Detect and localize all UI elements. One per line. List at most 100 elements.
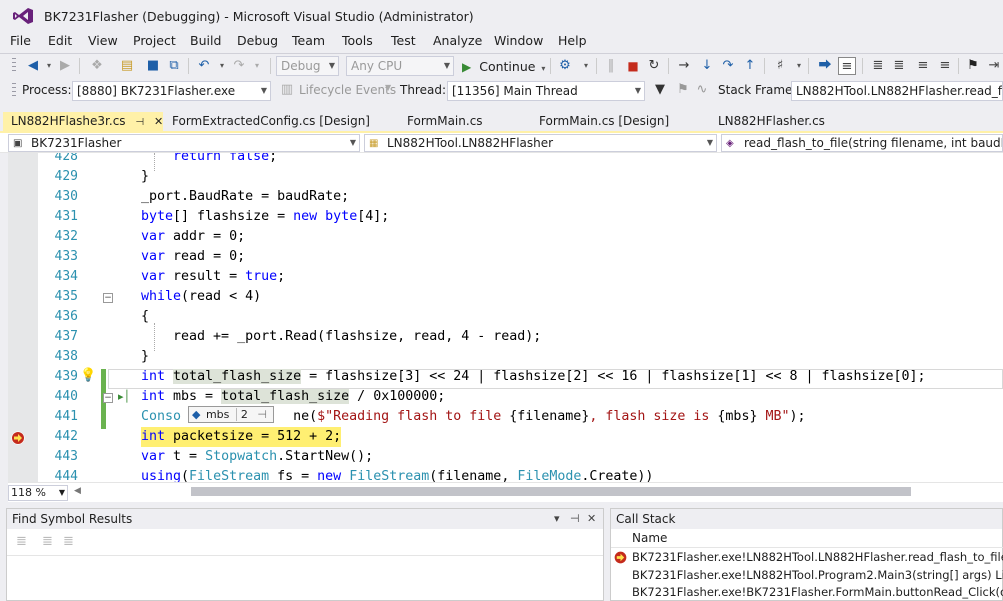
attach-dropdown-icon[interactable]: ▾ <box>577 57 595 75</box>
menu-help[interactable]: Help <box>558 33 587 48</box>
menu-team[interactable]: Team <box>292 33 325 48</box>
list-icon[interactable]: ≣ <box>16 534 27 549</box>
close-icon[interactable]: ✕ <box>587 509 596 529</box>
menu-window[interactable]: Window <box>494 33 543 48</box>
call-stack-row[interactable]: BK7231Flasher.exe!LN882HTool.Program2.Ma… <box>611 567 1003 584</box>
menu-test[interactable]: Test <box>391 33 416 48</box>
pin-icon[interactable]: ⊣ <box>135 117 144 128</box>
code-text: return false; <box>173 153 278 164</box>
lifecycle-events-icon[interactable]: ▥ <box>278 81 296 99</box>
type-dropdown[interactable]: ▦ LN882HTool.LN882HFlasher ▼ <box>364 134 717 152</box>
zoom-select[interactable]: 118 % ▼ <box>8 485 68 501</box>
find-in-files-icon[interactable]: ⮕ <box>816 57 834 75</box>
navigation-bar: ▣ BK7231Flasher ▼ ▦ LN882HTool.LN882HFla… <box>0 133 1003 153</box>
filter-icon[interactable]: ▼ <box>651 81 669 99</box>
continue-button[interactable]: ▶ Continue ▾ <box>462 57 548 76</box>
break-all-icon[interactable]: ‖ <box>602 57 620 75</box>
forward-icon[interactable]: ▶ <box>56 57 74 75</box>
process-select[interactable]: [8880] BK7231Flasher.exe ▼ <box>72 81 271 101</box>
call-stack-row[interactable]: BK7231Flasher.exe!LN882HTool.LN882HFlash… <box>611 549 1003 566</box>
column-header-name[interactable]: Name <box>611 529 1003 548</box>
outdent-icon[interactable]: ≣ <box>869 57 887 75</box>
call-stack-row[interactable]: BK7231Flasher.exe!BK7231Flasher.FormMain… <box>611 584 1003 601</box>
comment-icon[interactable]: ≡ <box>914 57 932 75</box>
close-icon[interactable]: ✕ <box>154 115 163 128</box>
step-over-icon[interactable]: ↷ <box>719 57 737 75</box>
run-to-click-icon[interactable]: ▸│ <box>118 387 130 407</box>
menu-view[interactable]: View <box>88 33 118 48</box>
scroll-left-icon[interactable]: ◀ <box>74 486 81 496</box>
code-line: 429} <box>8 167 1003 187</box>
menu-build[interactable]: Build <box>190 33 221 48</box>
pin-icon[interactable]: ⊣ <box>570 509 580 529</box>
window-position-icon[interactable]: ▾ <box>554 509 560 529</box>
lifecycle-events-button[interactable]: Lifecycle Events <box>299 83 396 97</box>
bookmark-icon[interactable]: ⚑ <box>964 57 982 75</box>
toolbar-grip[interactable] <box>12 83 16 99</box>
indent-icon[interactable]: ≣ <box>890 57 908 75</box>
breakpoint-arrow-icon[interactable] <box>11 431 25 445</box>
menu-edit[interactable]: Edit <box>48 33 72 48</box>
flag-threads-icon[interactable]: ⚑ <box>674 81 692 99</box>
chevron-down-icon: ▼ <box>706 138 713 147</box>
tab-formmain-design[interactable]: FormMain.cs [Design] <box>531 112 669 131</box>
find-symbol-title: Find Symbol Results <box>7 509 603 529</box>
document-tabs: LN882HFlashe3r.cs ⊣ ✕ FormExtractedConfi… <box>0 112 1003 132</box>
menu-debug[interactable]: Debug <box>237 33 278 48</box>
attach-process-icon[interactable]: ⚙ <box>556 57 574 75</box>
uncomment-icon[interactable]: ≡ <box>936 57 954 75</box>
chevron-down-icon: ▼ <box>443 61 450 70</box>
new-project-icon[interactable]: ❖ <box>88 57 106 75</box>
code-line: 442 int packetsize = 512 + 2; <box>8 427 1003 447</box>
chevron-down-icon: ▼ <box>260 86 267 95</box>
menu-file[interactable]: File <box>10 33 31 48</box>
code-line: 432 var addr = 0; <box>8 227 1003 247</box>
previous-icon[interactable]: ≣ <box>42 534 53 549</box>
restart-icon[interactable]: ↻ <box>645 57 663 75</box>
code-text: using(FileStream fs = new FileStream(fil… <box>141 469 654 482</box>
show-next-statement-icon[interactable]: → <box>675 57 693 75</box>
next-bookmark-icon[interactable]: ⇥ <box>985 57 1003 75</box>
code-text: _port.BaudRate = baudRate; <box>141 189 350 204</box>
save-icon[interactable]: ■ <box>144 57 162 75</box>
step-into-icon[interactable]: ↓ <box>698 57 716 75</box>
save-all-icon[interactable]: ⧉ <box>165 57 183 75</box>
redo-icon[interactable]: ↷ <box>230 57 248 75</box>
horizontal-scrollbar-thumb[interactable] <box>191 487 911 496</box>
menu-project[interactable]: Project <box>133 33 176 48</box>
datatip[interactable]: ◆ mbs 2 ⊣ <box>188 406 274 423</box>
thread-select[interactable]: [11356] Main Thread ▼ <box>447 81 645 101</box>
undo-dropdown-icon[interactable]: ▾ <box>213 57 231 75</box>
solution-platform-select[interactable]: Any CPU ▼ <box>346 56 454 76</box>
code-text: var read = 0; <box>141 249 246 264</box>
process-label: Process: <box>22 83 72 97</box>
redo-dropdown-icon[interactable]: ▾ <box>248 57 266 75</box>
code-line: 443 var t = Stopwatch.StartNew(); <box>8 447 1003 467</box>
stack-frame-select[interactable]: LN882HTool.LN882HFlasher.read_flash_to_f… <box>791 81 1003 101</box>
code-line: 430 _port.BaudRate = baudRate; <box>8 187 1003 207</box>
undo-icon[interactable]: ↶ <box>195 57 213 75</box>
tab-ln882hflasher[interactable]: LN882HFlasher.cs <box>710 112 825 131</box>
hex-dropdown-icon[interactable]: ▾ <box>790 57 808 75</box>
project-dropdown[interactable]: ▣ BK7231Flasher ▼ <box>8 134 360 152</box>
member-dropdown[interactable]: ◈ read_flash_to_file(string filename, in… <box>721 134 1003 152</box>
hex-display-icon[interactable]: ♯ <box>771 57 789 75</box>
stop-debugging-icon[interactable]: ■ <box>624 57 642 75</box>
tab-formextractedconfig-design[interactable]: FormExtractedConfig.cs [Design] <box>164 112 370 131</box>
datatip-value[interactable]: 2 <box>235 408 248 421</box>
lightbulb-icon[interactable]: 💡 <box>80 368 96 383</box>
next-icon[interactable]: ≣ <box>63 534 74 549</box>
toolbar-grip[interactable] <box>12 58 16 74</box>
tab-ln882hflashe3r[interactable]: LN882HFlashe3r.cs ⊣ ✕ <box>3 112 163 131</box>
solution-configuration-select[interactable]: Debug ▼ <box>276 56 339 76</box>
tab-formmain[interactable]: FormMain.cs <box>399 112 483 131</box>
code-editor[interactable]: − − 428 return false; 429} 430 _port.Baud… <box>8 153 1003 482</box>
pin-icon[interactable]: ⊣ <box>257 408 267 421</box>
menu-tools[interactable]: Tools <box>342 33 373 48</box>
current-statement: int packetsize = 512 + 2; <box>141 427 342 447</box>
show-threads-icon[interactable]: ∿ <box>693 81 711 99</box>
toggle-word-wrap-icon[interactable]: ≡ <box>838 57 856 75</box>
open-file-icon[interactable]: ▤ <box>118 57 136 75</box>
step-out-icon[interactable]: ↑ <box>741 57 759 75</box>
menu-analyze[interactable]: Analyze <box>433 33 482 48</box>
